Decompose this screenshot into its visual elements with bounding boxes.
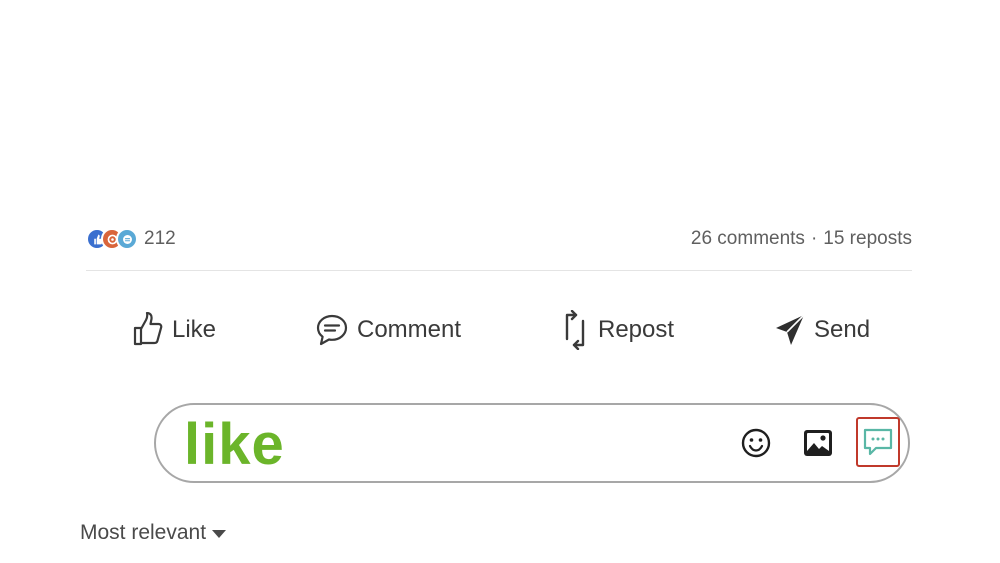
comment-input-value: like	[184, 411, 285, 477]
caret-down-icon	[212, 530, 227, 538]
thumbs-up-icon	[132, 312, 164, 348]
comment-label: Comment	[357, 316, 462, 343]
comment-input[interactable]: like	[154, 403, 910, 483]
sort-dropdown[interactable]: Most relevant	[80, 518, 227, 548]
divider	[86, 270, 912, 271]
emoji-icon[interactable]	[738, 425, 774, 461]
send-icon	[774, 312, 806, 348]
like-button[interactable]: Like	[132, 300, 216, 360]
social-counts-row: 212 26 comments · 15 reposts	[86, 222, 912, 256]
comment-icon	[315, 313, 349, 347]
post-footer: 212 26 comments · 15 reposts Like Commen…	[0, 0, 1000, 563]
repost-button[interactable]: Repost	[560, 300, 674, 360]
sort-label: Most relevant	[80, 521, 207, 544]
engagement-stats: 26 comments · 15 reposts	[691, 228, 912, 250]
support-reaction-icon	[116, 228, 138, 250]
reactions-summary[interactable]: 212	[86, 228, 176, 250]
stats-separator: ·	[810, 228, 818, 249]
message-icon[interactable]	[856, 417, 900, 467]
reaction-icon-stack	[86, 228, 138, 250]
repost-label: Repost	[598, 316, 675, 343]
image-icon[interactable]	[800, 425, 836, 461]
repost-icon	[560, 310, 590, 350]
reposts-count-link[interactable]: 15 reposts	[823, 228, 912, 250]
send-button[interactable]: Send	[774, 300, 870, 360]
reaction-count: 212	[144, 228, 176, 249]
comment-button[interactable]: Comment	[315, 300, 461, 360]
post-action-bar: Like Comment Repost Send	[100, 300, 900, 360]
like-label: Like	[172, 316, 217, 343]
comments-count-link[interactable]: 26 comments	[691, 228, 805, 250]
send-label: Send	[814, 316, 871, 343]
